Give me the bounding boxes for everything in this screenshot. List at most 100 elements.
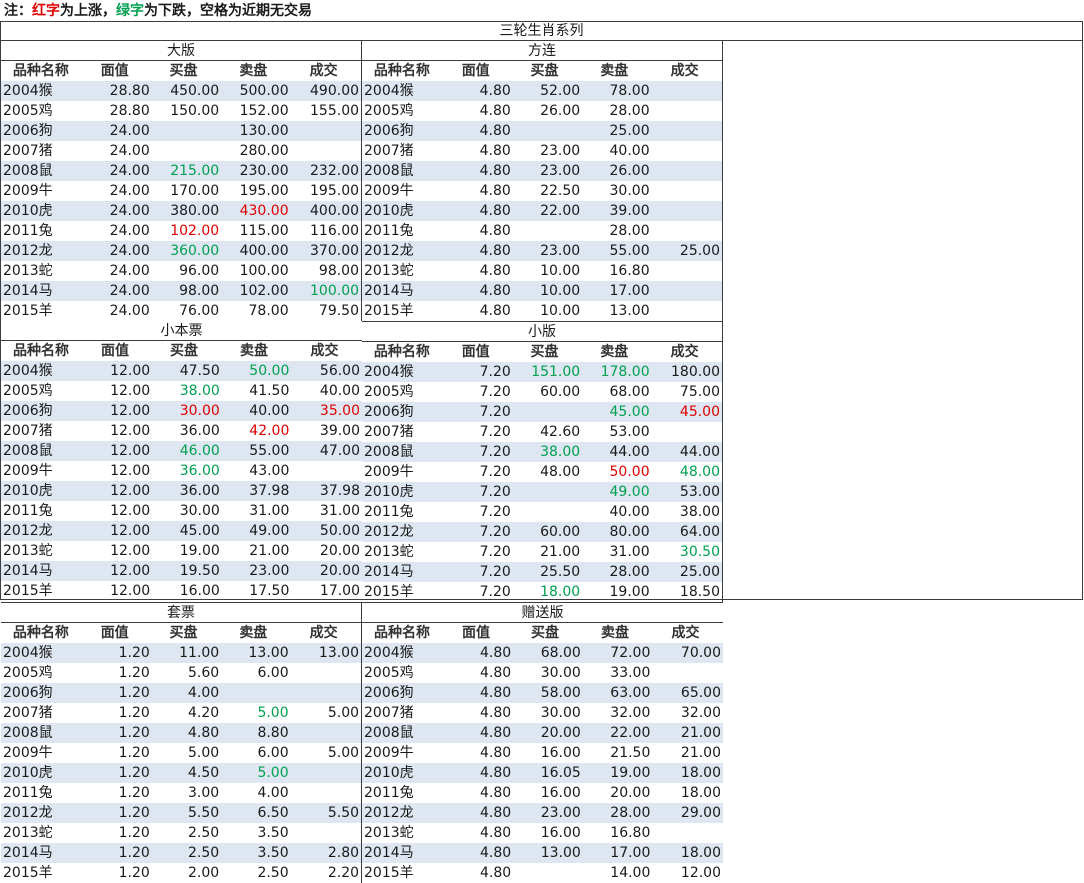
header-bid: 买盘: [530, 344, 559, 360]
cell-bid: 102.00: [170, 223, 220, 239]
cell-ask: 45.00: [609, 404, 650, 420]
panel-title: 小本票: [1, 321, 362, 341]
cell-face: 4.80: [480, 645, 512, 661]
cell-ask: 178.00: [600, 364, 650, 380]
table-row: 2015羊 12.00 16.00 17.50 17.00: [1, 581, 362, 601]
table-row: 2009牛 12.00 36.00 43.00: [1, 461, 362, 481]
cell-bid: 26.00: [540, 103, 581, 119]
header-row: 品种名称 面值 买盘 卖盘 成交: [362, 61, 722, 81]
cell-deal: [650, 422, 722, 442]
table-row: 2008鼠 12.00 46.00 55.00 47.00: [1, 441, 362, 461]
cell-name: 2004猴: [3, 363, 53, 379]
cell-deal: 44.00: [679, 444, 721, 460]
cell-face: 4.80: [480, 865, 512, 881]
table-row: 2006狗 12.00 30.00 40.00 35.00: [1, 401, 362, 421]
cell-ask: 3.50: [257, 825, 289, 841]
cell-deal: 13.00: [318, 645, 360, 661]
header-name: 品种名称: [13, 343, 69, 359]
cell-name: 2010虎: [3, 203, 53, 219]
cell-face: 1.20: [118, 825, 150, 841]
cell-name: 2015羊: [3, 583, 53, 599]
cell-bid: 16.00: [179, 583, 220, 599]
table-row: 2011兔 12.00 30.00 31.00 31.00: [1, 501, 362, 521]
cell-face: 1.20: [118, 745, 150, 761]
cell-deal: [650, 81, 722, 101]
cell-name: 2011兔: [364, 223, 414, 239]
table-row: 2013蛇 1.20 2.50 3.50: [1, 823, 361, 843]
cell-bid: 30.00: [179, 503, 220, 519]
cell-deal: 35.00: [319, 403, 360, 419]
cell-ask: 68.00: [609, 384, 650, 400]
cell-name: 2012龙: [3, 523, 53, 539]
table-row: 2009牛 7.20 48.00 50.00 48.00: [362, 462, 722, 482]
header-name: 品种名称: [373, 63, 430, 79]
cell-ask: 42.00: [249, 423, 290, 439]
cell-name: 2004猴: [3, 645, 53, 661]
header-ask: 卖盘: [600, 63, 629, 79]
cell-face: 24.00: [109, 183, 150, 199]
cell-name: 2006狗: [3, 403, 53, 419]
cell-ask: 152.00: [239, 103, 289, 119]
panel-1: 方连 品种名称 面值 买盘 卖盘 成交 2004猴 4.80 52.00 78.00 2005鸡 4.…: [362, 41, 723, 321]
cell-name: 2010虎: [364, 484, 414, 500]
cell-deal: 5.00: [327, 705, 360, 721]
table-row: 2006狗 4.80 58.00 63.00 65.00: [362, 683, 723, 703]
cell-deal: 39.00: [319, 423, 360, 439]
note-red-rest: 为上涨，: [60, 3, 116, 19]
cell-deal: [650, 201, 722, 221]
cell-deal: 400.00: [310, 203, 360, 219]
cell-deal: 195.00: [310, 183, 360, 199]
cell-bid: 58.00: [540, 685, 581, 701]
cell-ask: 43.00: [249, 463, 290, 479]
table-row: 2006狗 7.20 45.00 45.00: [362, 402, 722, 422]
header-bid: 买盘: [530, 63, 559, 79]
cell-deal: 490.00: [310, 83, 360, 99]
cell-name: 2007猪: [3, 423, 53, 439]
cell-name: 2008鼠: [3, 725, 53, 741]
cell-deal: 38.00: [679, 504, 721, 520]
cell-bid: 10.00: [540, 263, 581, 279]
cell-face: 1.20: [118, 785, 150, 801]
cell-bid: 360.00: [170, 243, 220, 259]
note-green-rest: 为下跌，空格为近期无交易: [144, 3, 312, 19]
cell-ask: 28.00: [609, 103, 650, 119]
cell-name: 2005鸡: [364, 665, 414, 681]
cell-ask: 40.00: [609, 143, 650, 159]
cell-bid: 19.50: [179, 563, 220, 579]
cell-ask: 50.00: [609, 464, 650, 480]
cell-bid: 16.00: [540, 785, 581, 801]
table-row: 2014马 4.80 13.00 17.00 18.00: [362, 843, 723, 863]
cell-ask: 130.00: [239, 123, 289, 139]
table-row: 2005鸡 4.80 26.00 28.00: [362, 101, 722, 121]
cell-ask: 53.00: [609, 424, 650, 440]
cell-deal: 70.00: [680, 645, 721, 661]
table-row: 2015羊 1.20 2.00 2.50 2.20: [1, 863, 361, 883]
cell-face: 12.00: [110, 563, 151, 579]
header-ask: 卖盘: [601, 625, 629, 641]
cell-bid: 36.00: [179, 483, 220, 499]
header-bid: 买盘: [531, 625, 559, 641]
cell-deal: 25.00: [679, 243, 721, 259]
cell-bid: 38.00: [540, 444, 581, 460]
cell-name: 2014马: [3, 563, 53, 579]
cell-deal: [289, 141, 361, 161]
cell-deal: [650, 221, 722, 241]
cell-ask: 500.00: [239, 83, 289, 99]
cell-ask: 19.00: [609, 584, 650, 600]
cell-bid: 60.00: [540, 524, 581, 540]
header-bid: 买盘: [169, 625, 198, 641]
cell-deal: 20.00: [319, 563, 360, 579]
header-row: 品种名称 面值 买盘 卖盘 成交: [362, 342, 722, 362]
cell-face: 7.20: [479, 464, 511, 480]
cell-name: 2011兔: [3, 503, 53, 519]
cell-face: 4.80: [479, 203, 511, 219]
cell-ask: 16.80: [609, 263, 650, 279]
table-row: 2011兔 7.20 40.00 38.00: [362, 502, 722, 522]
cell-deal: [289, 683, 361, 703]
cell-face: 4.80: [480, 685, 512, 701]
cell-bid: 10.00: [540, 283, 581, 299]
cell-bid: 16.00: [540, 825, 581, 841]
cell-deal: 5.50: [327, 805, 360, 821]
cell-name: 2011兔: [3, 785, 53, 801]
header-bid: 买盘: [170, 343, 198, 359]
